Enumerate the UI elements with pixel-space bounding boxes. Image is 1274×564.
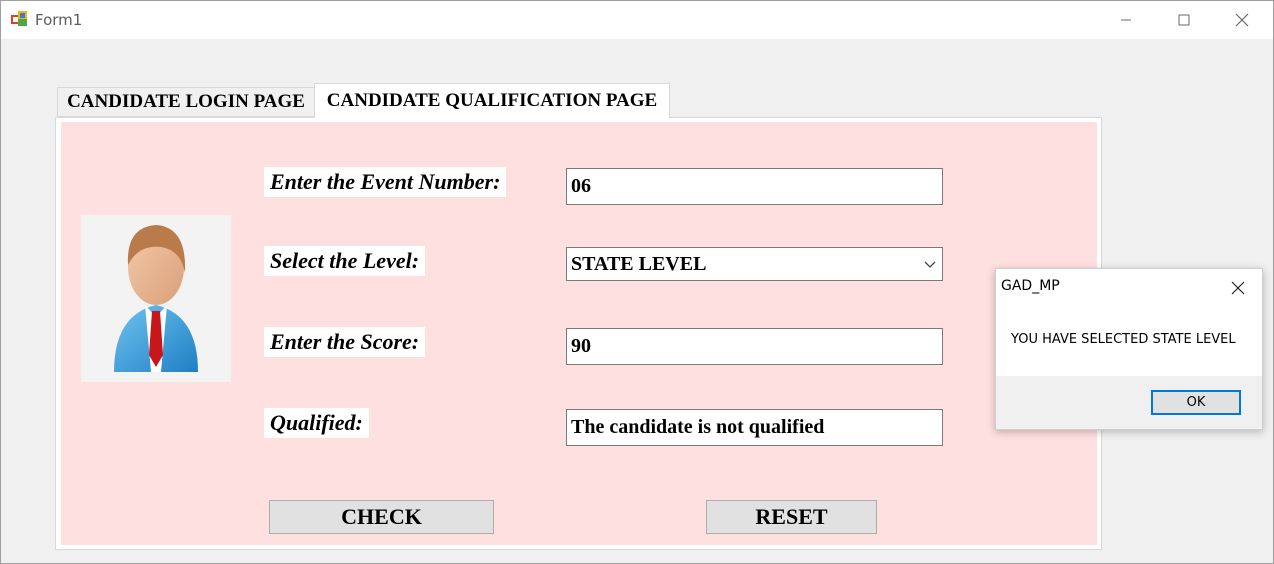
ok-button[interactable]: OK <box>1151 390 1241 415</box>
close-button[interactable] <box>1213 1 1271 39</box>
message-box-title: GAD_MP <box>1001 278 1060 294</box>
qualified-output[interactable]: The candidate is not qualified <box>566 409 943 446</box>
maximize-icon <box>1178 14 1190 26</box>
chevron-down-icon <box>924 261 936 268</box>
message-box-text: YOU HAVE SELECTED STATE LEVEL <box>1011 332 1236 347</box>
check-button[interactable]: CHECK <box>269 500 494 534</box>
person-icon <box>114 225 198 372</box>
minimize-icon <box>1121 19 1131 21</box>
level-select[interactable]: STATE LEVEL <box>566 247 943 281</box>
score-label: Enter the Score: <box>264 327 426 357</box>
message-box-footer: OK <box>996 376 1262 429</box>
close-icon <box>1231 281 1245 295</box>
close-icon <box>1235 13 1249 27</box>
reset-button[interactable]: RESET <box>706 500 877 534</box>
maximize-button[interactable] <box>1155 1 1213 39</box>
app-icon <box>11 11 28 27</box>
level-selected-value: STATE LEVEL <box>571 253 707 275</box>
event-number-input[interactable]: 06 <box>566 168 943 205</box>
score-input[interactable]: 90 <box>566 328 943 365</box>
qualified-label: Qualified: <box>264 408 369 438</box>
candidate-avatar <box>81 215 231 382</box>
minimize-button[interactable] <box>1097 1 1155 39</box>
tab-candidate-login[interactable]: CANDIDATE LOGIN PAGE <box>57 87 315 117</box>
tab-panel: Enter the Event Number: 06 Select the Le… <box>55 117 1102 550</box>
window-title: Form1 <box>35 11 83 29</box>
message-box-close-button[interactable] <box>1220 275 1256 301</box>
level-label: Select the Level: <box>264 246 426 276</box>
qualification-panel: Enter the Event Number: 06 Select the Le… <box>61 122 1097 545</box>
title-bar[interactable]: Form1 <box>1 1 1273 39</box>
tab-candidate-qualification[interactable]: CANDIDATE QUALIFICATION PAGE <box>314 83 670 118</box>
message-box: GAD_MP YOU HAVE SELECTED STATE LEVEL OK <box>995 268 1263 430</box>
event-number-label: Enter the Event Number: <box>264 167 507 197</box>
